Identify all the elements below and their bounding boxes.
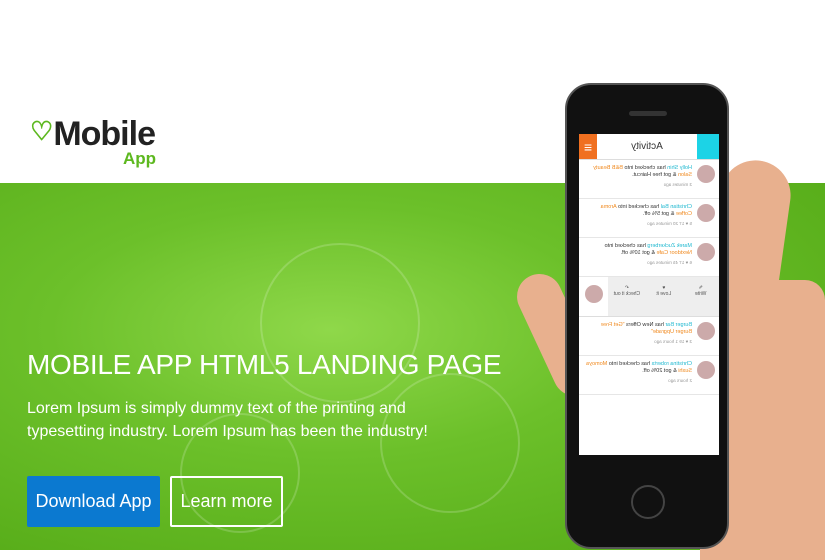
feed-time: 3 minutes ago (663, 182, 692, 187)
feed-text: & got 20% off. (642, 368, 679, 374)
user-name[interactable]: Holly Shin (667, 165, 692, 171)
avatar (697, 204, 715, 222)
feed-time: 1 hours ago (654, 339, 679, 344)
feed-time: 2 hours ago (668, 378, 692, 383)
download-app-button[interactable]: Download App (27, 476, 160, 527)
avatar (697, 243, 715, 261)
avatar (697, 322, 715, 340)
avatar (697, 361, 715, 379)
phone-mockup: Activity ≡ Holly Shin has checked into B… (565, 83, 729, 549)
hero-title: MOBILE APP HTML5 LANDING PAGE (27, 349, 502, 380)
feed-item[interactable]: Christina roberts has checked into Momoy… (579, 356, 719, 395)
avatar (697, 165, 715, 183)
phone-speaker (629, 111, 667, 116)
learn-more-button[interactable]: Learn more (170, 476, 283, 527)
feed-text: has checked into (607, 361, 652, 367)
feed-stats: 6 ♥ 17 (679, 260, 692, 265)
app-header: Activity ≡ (579, 134, 719, 160)
phone-screen: Activity ≡ Holly Shin has checked into B… (579, 134, 719, 455)
feed-text: has New Offers (624, 322, 666, 328)
feed-text: has checked into (622, 165, 668, 171)
home-button (631, 485, 665, 519)
avatar (579, 277, 609, 316)
feed-text: & got free Haircut. (632, 172, 678, 178)
user-name[interactable]: Christina roberts (652, 361, 692, 367)
feed-stats: 3 ♥ 19 (679, 339, 692, 344)
heart-icon: ♡ (30, 116, 54, 146)
feed-text: & got 10% off. (620, 250, 657, 256)
logo-subtext: App (123, 149, 157, 168)
place-name[interactable]: Nextdoor Cafe (657, 250, 692, 256)
action-write[interactable]: ✎ Write (682, 277, 719, 316)
feed-item[interactable]: Holly Shin has checked into B&B Beauty S… (579, 160, 719, 199)
header-accent (697, 134, 719, 159)
logo[interactable]: ♡ Mobile App (30, 115, 156, 168)
user-name[interactable]: Burger Bar (665, 322, 692, 328)
feed-item[interactable]: Christian Bal has checked into Aroma Cof… (579, 199, 719, 238)
hero-description: Lorem Ipsum is simply dummy text of the … (27, 400, 428, 440)
action-love[interactable]: ♥ Love it (645, 277, 682, 316)
action-bar: ✎ Write ♥ Love it ↶ Check it out (579, 277, 719, 317)
feed-item[interactable]: Marek Zuckerberg has checked into Nextdo… (579, 238, 719, 277)
feed-item[interactable]: Burger Bar has New Offers "Get Free Burg… (579, 317, 719, 356)
feed-time: 45 minutes ago (647, 260, 679, 265)
feed-stats: 5 ♥ 17 (679, 221, 692, 226)
menu-icon[interactable]: ≡ (579, 134, 597, 159)
feed-text: has checked into (604, 243, 648, 249)
feed-time: 20 minutes ago (647, 221, 679, 226)
feed-text: & got 5% off. (642, 211, 676, 217)
user-name[interactable]: Christian Bal (661, 204, 692, 210)
user-name[interactable]: Marek Zuckerberg (647, 243, 692, 249)
logo-text: Mobile (53, 115, 156, 153)
feed-text: has checked into (616, 204, 661, 210)
action-check[interactable]: ↶ Check it out (608, 277, 645, 316)
app-title: Activity (631, 141, 663, 152)
